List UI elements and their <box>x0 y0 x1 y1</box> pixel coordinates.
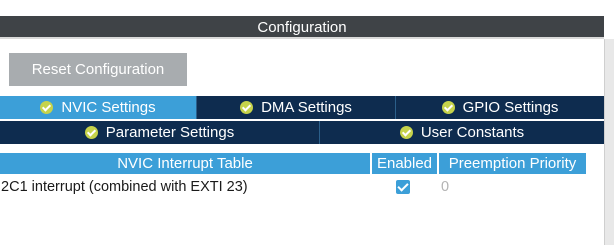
column-header-interrupt[interactable]: NVIC Interrupt Table <box>0 153 370 174</box>
top-strip <box>0 0 614 16</box>
table-row[interactable]: I2C1 interrupt (combined with EXTI 23) 0 <box>0 176 604 198</box>
check-circle-icon <box>240 101 254 114</box>
tab-label: User Constants <box>420 124 525 141</box>
tab-user-constants[interactable]: User Constants <box>320 121 604 144</box>
tab-dma-settings[interactable]: DMA Settings <box>197 96 396 119</box>
tab-label: Parameter Settings <box>105 124 235 141</box>
check-circle-icon <box>40 101 54 114</box>
check-circle-icon <box>441 101 455 114</box>
reset-configuration-button[interactable]: Reset Configuration <box>9 53 187 86</box>
preemption-priority-value[interactable]: 0 <box>441 176 449 198</box>
vertical-scrollbar[interactable] <box>604 39 614 245</box>
configuration-title: Configuration <box>257 19 347 36</box>
column-header-preemption-priority[interactable]: Preemption Priority <box>439 153 586 174</box>
column-header-enabled[interactable]: Enabled <box>372 153 437 174</box>
check-circle-icon <box>399 126 413 139</box>
configuration-title-bar: Configuration <box>0 16 604 39</box>
interrupt-name: I2C1 interrupt (combined with EXTI 23) <box>0 179 248 195</box>
check-circle-icon <box>84 126 98 139</box>
tab-nvic-settings[interactable]: NVIC Settings <box>0 96 197 119</box>
tab-label: NVIC Settings <box>61 99 156 116</box>
enabled-checkbox[interactable] <box>396 180 410 194</box>
tab-label: GPIO Settings <box>462 99 559 116</box>
tab-gpio-settings[interactable]: GPIO Settings <box>396 96 604 119</box>
checkbox-checked-icon <box>396 180 410 194</box>
nvic-table-header: NVIC Interrupt Table Enabled Preemption … <box>0 153 604 174</box>
tab-label: DMA Settings <box>261 99 352 116</box>
tab-parameter-settings[interactable]: Parameter Settings <box>0 121 320 144</box>
